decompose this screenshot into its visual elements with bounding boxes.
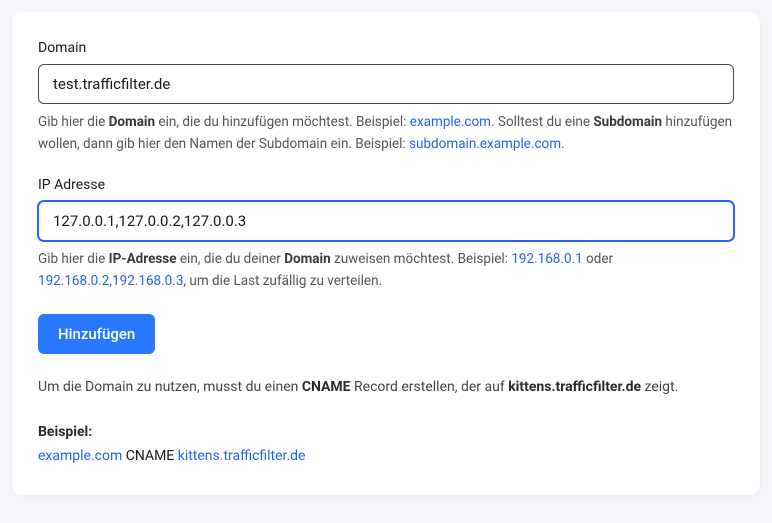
domain-help-text: Gib hier die Domain ein, die du hinzufüg… [38, 112, 734, 155]
domain-example-link-1[interactable]: example.com [410, 114, 491, 130]
domain-input[interactable] [38, 64, 734, 104]
domain-field-group: Domain Gib hier die Domain ein, die du h… [38, 40, 734, 155]
example-domain-link[interactable]: example.com [38, 448, 122, 464]
example-line: example.com CNAME kittens.trafficfilter.… [38, 445, 734, 469]
example-label: Beispiel: [38, 421, 734, 445]
cname-instruction: Um die Domain zu nutzen, musst du einen … [38, 376, 734, 399]
ip-label: IP Adresse [38, 177, 734, 193]
ip-example-link-1[interactable]: 192.168.0.1 [511, 251, 582, 267]
cname-example: Beispiel: example.com CNAME kittens.traf… [38, 421, 734, 469]
ip-field-group: IP Adresse Gib hier die IP-Adresse ein, … [38, 177, 734, 292]
domain-example-link-2[interactable]: subdomain.example.com [409, 136, 561, 152]
ip-input[interactable] [38, 201, 734, 241]
ip-help-text: Gib hier die IP-Adresse ein, die du dein… [38, 249, 734, 292]
example-target-link[interactable]: kittens.trafficfilter.de [178, 448, 306, 464]
domain-form-card: Domain Gib hier die Domain ein, die du h… [12, 12, 760, 495]
add-button[interactable]: Hinzufügen [38, 314, 155, 354]
domain-label: Domain [38, 40, 734, 56]
ip-example-link-2[interactable]: 192.168.0.2,192.168.0.3 [38, 273, 183, 289]
